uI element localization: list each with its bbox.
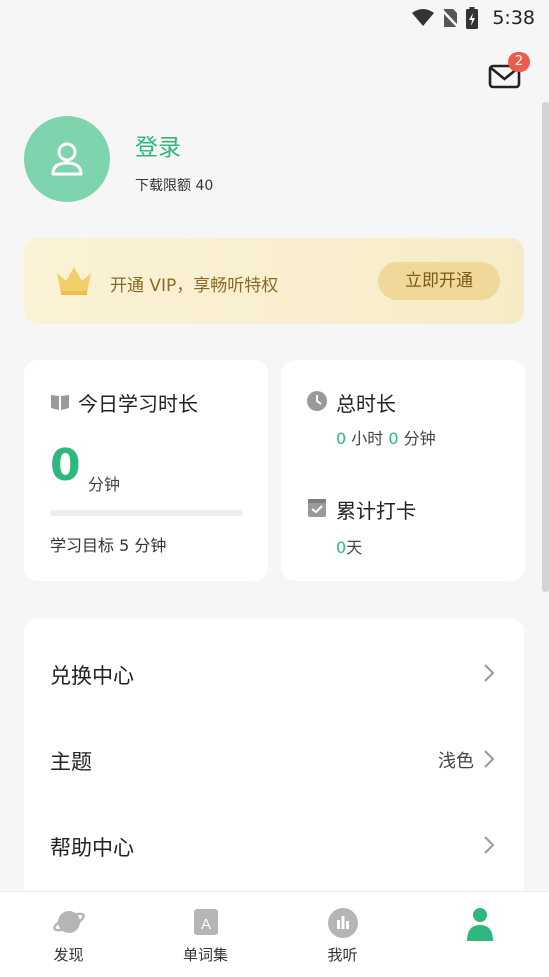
calendar-check-icon — [308, 499, 326, 517]
stats-card: 总时长 0 小时 0 分钟 累计打卡 0天 — [281, 360, 525, 581]
goal-progress-bar — [50, 510, 243, 516]
study-goal-text: 学习目标 5 分钟 — [50, 536, 167, 555]
theme-value: 浅色 — [438, 751, 474, 772]
today-minutes-value: 0 — [50, 440, 81, 491]
avatar[interactable] — [24, 116, 110, 202]
checkin-title: 累计打卡 — [336, 499, 416, 523]
crown-icon — [57, 267, 91, 295]
wifi-icon — [412, 9, 435, 26]
bottom-nav: 发现 A 单词集 我听 — [0, 891, 549, 977]
total-minutes: 0 — [388, 429, 399, 448]
unread-badge: 2 — [508, 52, 530, 72]
total-minutes-unit: 分钟 — [403, 429, 436, 448]
nav-my-listening[interactable]: 我听 — [274, 892, 411, 977]
chevron-right-icon — [484, 664, 494, 682]
audio-bars-icon — [327, 908, 358, 938]
open-vip-button[interactable]: 立即开通 — [378, 262, 500, 300]
menu-item-label: 帮助中心 — [50, 836, 134, 860]
total-time-value: 0 小时 0 分钟 — [336, 425, 436, 449]
total-time-title: 总时长 — [336, 392, 396, 416]
svg-text:A: A — [200, 916, 210, 933]
nav-word-sets[interactable]: A 单词集 — [137, 892, 274, 977]
chevron-right-icon — [484, 836, 494, 854]
word-book-icon: A — [193, 909, 218, 935]
nav-label: 我听 — [327, 946, 358, 964]
menu-item-redeem-center[interactable]: 兑换中心 — [24, 631, 524, 717]
today-study-title: 今日学习时长 — [78, 392, 198, 416]
book-icon — [51, 395, 69, 410]
planet-icon — [52, 911, 85, 933]
scrollbar[interactable] — [542, 102, 549, 592]
status-time: 5:38 — [492, 7, 535, 29]
settings-menu: 兑换中心 主题 浅色 帮助中心 — [24, 618, 524, 908]
checkin-value: 0天 — [336, 534, 362, 558]
user-icon — [51, 142, 83, 176]
today-minutes-unit: 分钟 — [88, 475, 121, 494]
messages-button[interactable]: 2 — [488, 52, 532, 92]
download-quota: 下载限额 40 — [135, 178, 214, 194]
nav-label: 单词集 — [182, 946, 228, 964]
checkin-days-unit: 天 — [346, 538, 363, 557]
clock-icon — [307, 391, 327, 411]
menu-item-theme[interactable]: 主题 浅色 — [24, 717, 524, 803]
menu-item-help-center[interactable]: 帮助中心 — [24, 803, 524, 889]
nav-profile[interactable] — [411, 892, 548, 977]
login-link[interactable]: 登录 — [135, 128, 181, 162]
vip-banner[interactable]: 开通 VIP，享畅听特权 立即开通 — [24, 238, 524, 324]
status-icons: 5:38 — [412, 7, 535, 29]
total-hours: 0 — [336, 429, 347, 448]
battery-charging-icon — [466, 7, 479, 29]
vip-promo-text: 开通 VIP，享畅听特权 — [110, 276, 279, 296]
nav-discover[interactable]: 发现 — [0, 892, 137, 977]
checkin-days: 0 — [336, 538, 347, 557]
status-bar: 5:38 — [0, 0, 549, 38]
total-hours-unit: 小时 — [351, 429, 384, 448]
nav-label: 发现 — [53, 946, 84, 964]
menu-item-label: 兑换中心 — [50, 664, 134, 688]
chevron-right-icon — [484, 750, 494, 768]
no-sim-icon — [442, 9, 459, 28]
menu-item-label: 主题 — [50, 750, 92, 774]
profile-icon — [466, 908, 493, 941]
